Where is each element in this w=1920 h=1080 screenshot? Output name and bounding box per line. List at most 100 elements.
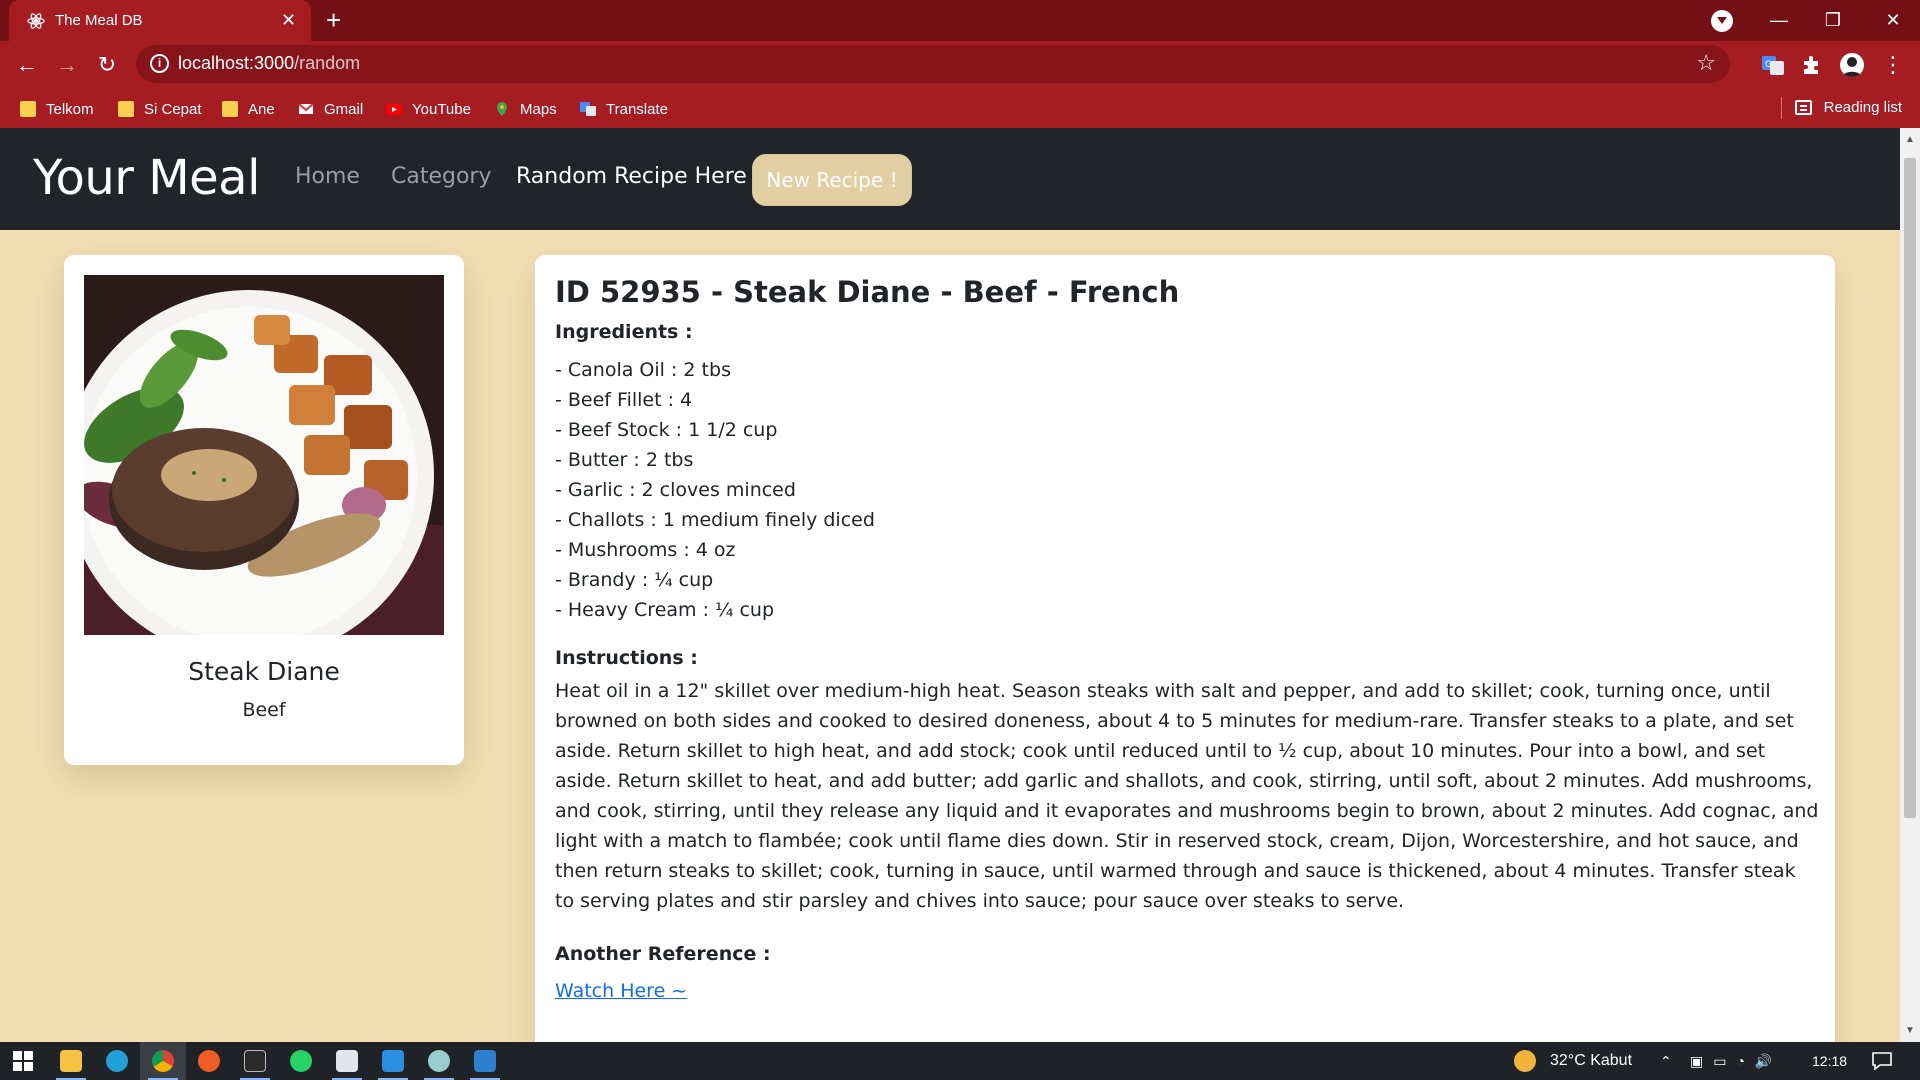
photo-app-icon[interactable]	[462, 1042, 508, 1080]
notes-app-icon[interactable]	[324, 1042, 370, 1080]
folder-icon	[118, 101, 134, 117]
site-info-icon[interactable]: i	[150, 54, 169, 73]
recipe-detail-card: ID 52935 - Steak Diane - Beef - French I…	[535, 255, 1835, 1042]
chrome-icon[interactable]	[140, 1042, 186, 1080]
meal-photo	[84, 275, 444, 635]
bookmark-label: Si Cepat	[144, 100, 202, 118]
bookmark-label: YouTube	[412, 100, 471, 118]
clock[interactable]: 12:18	[1812, 1042, 1847, 1080]
ingredient-item: - Brandy : ¼ cup	[555, 569, 714, 591]
bookmarks-bar: Telkom Si Cepat Ane Gmail YouTube Maps T…	[0, 89, 1920, 128]
profile-avatar-icon[interactable]	[1840, 53, 1864, 77]
bookmarks-divider	[1781, 97, 1782, 119]
forward-arrow-icon[interactable]: →	[54, 53, 80, 79]
scroll-up-icon[interactable]: ▲	[1905, 134, 1915, 145]
ingredients-list: - Canola Oil : 2 tbs - Beef Fillet : 4 -…	[555, 355, 875, 625]
new-tab-button[interactable]: +	[326, 6, 341, 34]
bookmark-label: Maps	[520, 100, 557, 118]
scroll-down-icon[interactable]: ▼	[1905, 1025, 1915, 1036]
folder-icon	[20, 101, 36, 117]
youtube-icon	[386, 104, 402, 115]
meal-category: Beef	[242, 699, 286, 721]
close-tab-icon[interactable]: ✕	[281, 9, 296, 31]
ingredients-label: Ingredients :	[555, 321, 693, 343]
page-viewport: Your Meal Home Category Random Recipe He…	[0, 128, 1900, 1042]
file-explorer-icon[interactable]	[48, 1042, 94, 1080]
weather-widget[interactable]: 32°C Kabut	[1514, 1042, 1632, 1080]
reading-list-button[interactable]: Reading list	[1794, 99, 1902, 116]
tab-search-icon[interactable]	[1711, 10, 1733, 32]
gmail-icon	[298, 103, 314, 114]
url-path: /random	[294, 53, 361, 73]
notifications-icon[interactable]	[1872, 1042, 1892, 1080]
address-bar[interactable]: i localhost:3000/random ☆	[136, 45, 1730, 83]
edge-icon[interactable]	[94, 1042, 140, 1080]
ingredient-item: - Challots : 1 medium finely diced	[555, 509, 875, 531]
react-icon	[27, 13, 45, 29]
url-text[interactable]: localhost:3000/random	[178, 53, 360, 74]
extensions-puzzle-icon[interactable]	[1800, 53, 1824, 77]
site-navbar: Your Meal Home Category Random Recipe He…	[0, 128, 1900, 230]
browser-tab[interactable]: The Meal DB ✕	[9, 0, 311, 41]
new-recipe-button[interactable]: New Recipe !	[752, 154, 912, 206]
bookmark-label: Telkom	[46, 100, 94, 118]
postman-icon[interactable]	[186, 1042, 232, 1080]
recipe-title: ID 52935 - Steak Diane - Beef - French	[555, 275, 1180, 309]
google-translate-icon	[580, 102, 596, 116]
instructions-text: Heat oil in a 12" skillet over medium-hi…	[555, 680, 1819, 912]
ingredient-item: - Beef Fillet : 4	[555, 389, 693, 411]
scroll-thumb[interactable]	[1904, 158, 1916, 818]
close-window-button[interactable]: ✕	[1866, 0, 1920, 41]
url-host: localhost:3000	[178, 53, 295, 73]
reading-list-icon	[1794, 100, 1812, 115]
browser-tab-strip: The Meal DB ✕ + — ❐ ✕	[0, 0, 1920, 41]
bookmark-translate[interactable]: Translate	[580, 99, 668, 119]
brand-logo[interactable]: Your Meal	[33, 150, 260, 206]
page-scrollbar[interactable]: ▲ ▼	[1900, 128, 1920, 1042]
minimize-button[interactable]: —	[1752, 0, 1806, 41]
nav-home[interactable]: Home	[295, 164, 360, 189]
bookmark-label: Gmail	[324, 100, 364, 118]
terminal-icon[interactable]	[232, 1042, 278, 1080]
weather-text: 32°C Kabut	[1550, 1052, 1633, 1069]
nav-random-recipe[interactable]: Random Recipe Here !	[516, 164, 763, 189]
react-devtools-icon[interactable]	[416, 1042, 462, 1080]
bookmark-youtube[interactable]: YouTube	[386, 99, 471, 119]
meal-name: Steak Diane	[188, 657, 340, 686]
weather-icon	[1514, 1050, 1536, 1072]
maps-pin-icon	[497, 102, 507, 116]
translate-extension-icon[interactable]: G	[1761, 53, 1785, 77]
bookmark-ane[interactable]: Ane	[222, 99, 275, 119]
vscode-icon[interactable]	[370, 1042, 416, 1080]
ingredient-item: - Heavy Cream : ¼ cup	[555, 599, 775, 621]
nav-category[interactable]: Category	[391, 164, 492, 189]
tab-title: The Meal DB	[55, 12, 143, 29]
reload-icon[interactable]: ↻	[94, 53, 120, 79]
instructions-label: Instructions :	[555, 647, 698, 669]
ingredient-item: - Beef Stock : 1 1/2 cup	[555, 419, 778, 441]
windows-start-icon[interactable]	[0, 1042, 46, 1080]
meal-card: Steak Diane Beef	[64, 255, 464, 765]
restore-button[interactable]: ❐	[1806, 0, 1860, 41]
windows-taskbar: 32°C Kabut ⌃ ▣▭◔🔊 12:18	[0, 1042, 1920, 1080]
reading-list-label: Reading list	[1823, 99, 1902, 116]
tray-chevron-icon[interactable]: ⌃	[1660, 1042, 1672, 1080]
browser-menu-icon[interactable]: ⋮	[1880, 53, 1906, 79]
reference-label: Another Reference :	[555, 943, 771, 965]
system-tray-icons[interactable]: ▣▭◔🔊	[1690, 1042, 1782, 1080]
folder-icon	[222, 101, 238, 117]
watch-here-link[interactable]: Watch Here ~	[555, 980, 687, 1002]
ingredient-item: - Mushrooms : 4 oz	[555, 539, 736, 561]
bookmark-maps[interactable]: Maps	[494, 99, 557, 119]
bookmark-star-icon[interactable]: ☆	[1696, 50, 1716, 76]
bookmark-label: Ane	[248, 100, 275, 118]
bookmark-label: Translate	[606, 100, 668, 118]
bookmark-telkom[interactable]: Telkom	[20, 99, 94, 119]
bookmark-si-cepat[interactable]: Si Cepat	[118, 99, 202, 119]
ingredient-item: - Garlic : 2 cloves minced	[555, 479, 796, 501]
back-arrow-icon[interactable]: ←	[14, 53, 40, 79]
svg-text:G: G	[1765, 60, 1772, 70]
whatsapp-icon[interactable]	[278, 1042, 324, 1080]
bookmark-gmail[interactable]: Gmail	[298, 99, 363, 119]
ingredient-item: - Butter : 2 tbs	[555, 449, 694, 471]
